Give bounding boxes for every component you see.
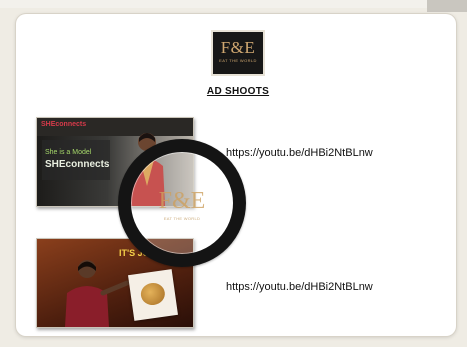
- food-icon: [139, 281, 167, 307]
- logo-text: F&E: [220, 38, 256, 57]
- watermark-text: F&E: [158, 188, 206, 214]
- brand-logo: F&E EAT THE WORLD: [211, 30, 265, 76]
- watermark-seal: F&E EAT THE WORLD: [118, 139, 246, 267]
- scroll-tab[interactable]: [427, 0, 467, 12]
- thumbnail-caption-line1: She is a Model: [45, 149, 92, 156]
- thumbnail-brand: SHEconnects: [41, 121, 87, 128]
- presenter-figure: [65, 260, 129, 327]
- watermark-subtext: EAT THE WORLD: [163, 216, 201, 221]
- thumbnail-caption-line2: SHEconnects: [45, 159, 110, 170]
- top-strip: [0, 0, 467, 8]
- video-link-1[interactable]: https://youtu.be/dHBi2NtBLnw: [226, 147, 373, 159]
- video-link-2[interactable]: https://youtu.be/dHBi2NtBLnw: [226, 281, 373, 293]
- logo-subtext: EAT THE WORLD: [219, 58, 257, 63]
- section-heading: AD SHOOTS: [206, 86, 270, 97]
- food-plate-image: [128, 269, 178, 321]
